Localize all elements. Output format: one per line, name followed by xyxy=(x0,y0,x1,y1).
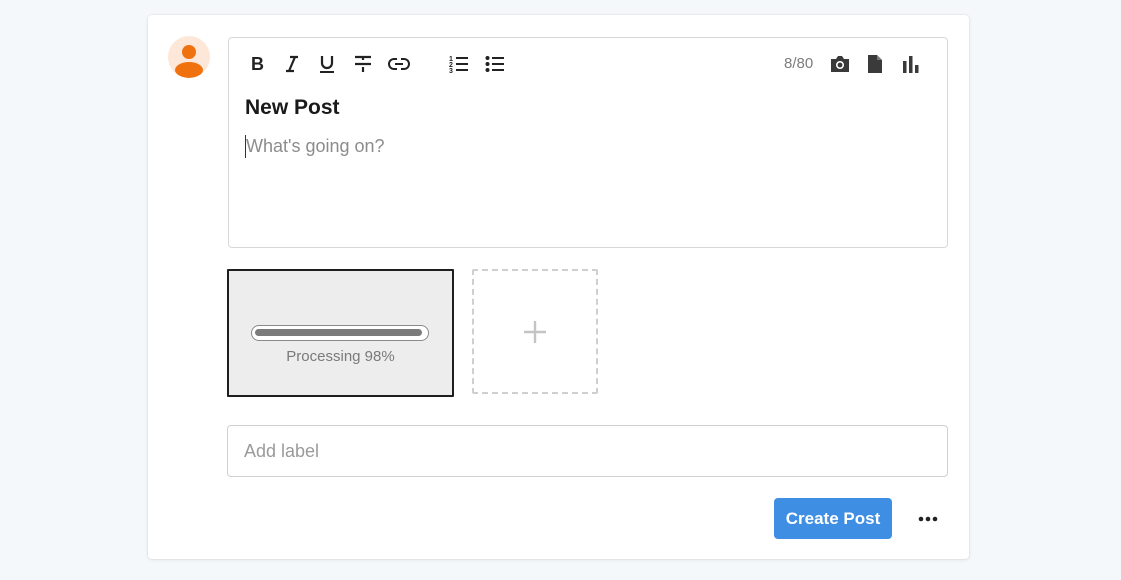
user-avatar-icon xyxy=(175,45,203,78)
add-photo-button[interactable] xyxy=(828,52,852,76)
strikethrough-button[interactable] xyxy=(351,52,375,76)
italic-icon xyxy=(286,55,298,73)
more-horizontal-icon xyxy=(918,516,938,522)
avatar[interactable] xyxy=(168,36,210,78)
svg-text:3: 3 xyxy=(449,68,453,74)
character-counter: 8/80 xyxy=(784,55,814,72)
underline-button[interactable] xyxy=(315,52,339,76)
media-upload-tile[interactable]: Processing 98% xyxy=(227,269,454,397)
file-icon xyxy=(868,55,882,73)
plus-icon xyxy=(524,321,546,343)
add-media-button[interactable] xyxy=(472,269,598,394)
bullet-list-button[interactable] xyxy=(483,52,507,76)
post-body-input[interactable]: What's going on? xyxy=(245,134,935,164)
create-post-button[interactable]: Create Post xyxy=(774,498,892,539)
poll-chart-icon xyxy=(903,56,919,73)
add-label-input[interactable] xyxy=(227,425,948,477)
bold-button[interactable]: B xyxy=(245,52,269,76)
ordered-list-icon: 1 2 3 xyxy=(449,56,468,74)
post-composer-card: B 1 2 3 8/80 New Post What's going on? P… xyxy=(148,15,969,559)
more-options-button[interactable] xyxy=(912,507,944,531)
link-button[interactable] xyxy=(387,52,411,76)
link-icon xyxy=(388,58,410,70)
post-title[interactable]: New Post xyxy=(245,96,340,120)
upload-progress-fill xyxy=(255,329,422,336)
bullet-list-icon xyxy=(485,56,504,72)
post-editor[interactable]: B 1 2 3 8/80 New Post What's going on? xyxy=(228,37,948,248)
add-file-button[interactable] xyxy=(863,52,887,76)
bold-icon: B xyxy=(251,55,264,73)
ordered-list-button[interactable]: 1 2 3 xyxy=(447,52,471,76)
svg-text:B: B xyxy=(251,55,264,73)
upload-status-text: Processing 98% xyxy=(286,348,395,365)
upload-progress-bar xyxy=(251,325,429,341)
post-body-placeholder: What's going on? xyxy=(246,136,385,156)
camera-icon xyxy=(831,56,849,72)
underline-icon xyxy=(320,56,334,73)
strikethrough-icon xyxy=(355,55,371,72)
add-poll-button[interactable] xyxy=(899,52,923,76)
italic-button[interactable] xyxy=(280,52,304,76)
